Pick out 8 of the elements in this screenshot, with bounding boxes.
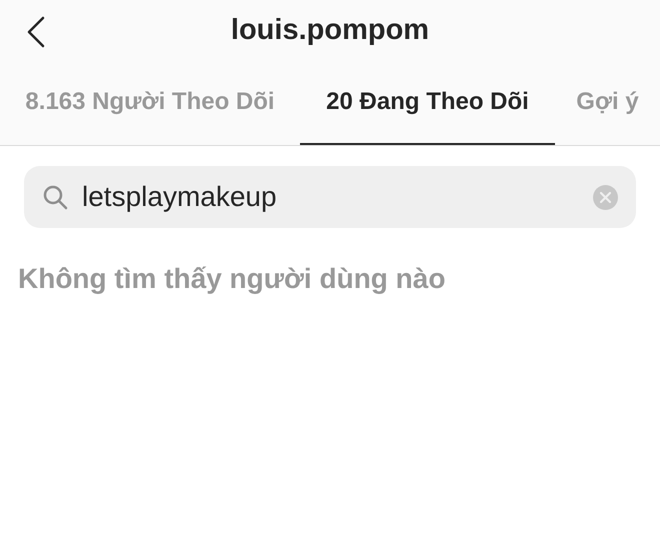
tab[interactable]: 20 Đang Theo Dõi: [300, 62, 555, 145]
no-results-message: Không tìm thấy người dùng nào: [18, 263, 446, 294]
search-field[interactable]: letsplaymakeup: [24, 166, 636, 228]
search-input[interactable]: letsplaymakeup: [82, 176, 579, 218]
search-icon: [42, 184, 68, 210]
close-icon: [600, 192, 611, 202]
profile-username: louis.pompom: [230, 13, 430, 48]
back-icon: [26, 16, 46, 48]
